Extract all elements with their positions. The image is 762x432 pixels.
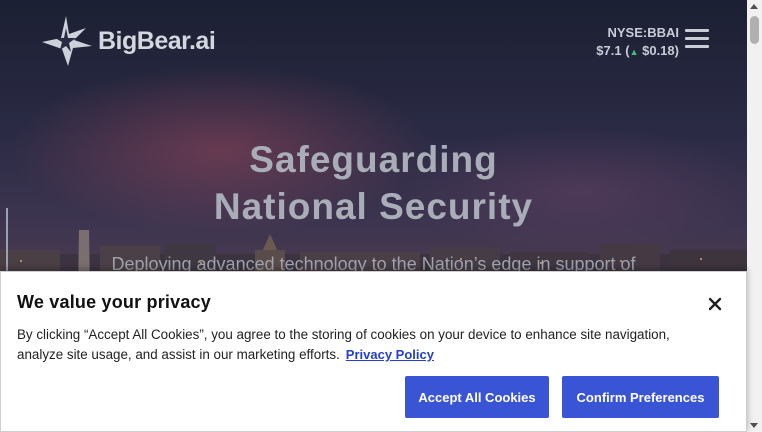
- accept-all-cookies-button[interactable]: Accept All Cookies: [405, 376, 549, 418]
- cookie-banner-title: We value your privacy: [17, 292, 211, 312]
- hero-title-line2: National Security: [213, 186, 534, 227]
- page: BigBear.ai NYSE:BBAI $7.1 (▲ $0.18) Safe…: [0, 0, 762, 432]
- page-scrollbar[interactable]: [747, 0, 762, 432]
- ticker-symbol: NYSE:BBAI: [607, 25, 679, 40]
- arrow-up-icon: ▲: [629, 47, 639, 57]
- ticker-change: $0.18: [642, 43, 675, 58]
- hero-title: Safeguarding National Security: [0, 136, 747, 230]
- close-icon[interactable]: [707, 296, 723, 312]
- ticker-price: $7.1: [596, 43, 622, 58]
- cookie-banner-text: By clicking “Accept All Cookies”, you ag…: [17, 325, 697, 365]
- scroll-thumb[interactable]: [750, 16, 759, 44]
- scroll-up-arrow-icon[interactable]: [750, 4, 758, 9]
- logo[interactable]: BigBear.ai: [40, 14, 216, 68]
- scroll-down-arrow-icon[interactable]: [750, 423, 758, 428]
- cookie-consent-banner: We value your privacy By clicking “Accep…: [0, 271, 747, 432]
- logo-text: BigBear.ai: [98, 26, 216, 55]
- ticker-values: $7.1 (▲ $0.18): [596, 43, 679, 58]
- hamburger-menu-icon[interactable]: [685, 29, 709, 49]
- privacy-policy-link[interactable]: Privacy Policy: [346, 347, 434, 362]
- confirm-preferences-button[interactable]: Confirm Preferences: [562, 376, 719, 418]
- cookie-banner-body: By clicking “Accept All Cookies”, you ag…: [17, 327, 670, 362]
- stock-ticker: NYSE:BBAI $7.1 (▲ $0.18): [596, 24, 679, 61]
- hero-title-line1: Safeguarding: [249, 139, 498, 180]
- bigbear-star-logo-icon: [42, 16, 92, 66]
